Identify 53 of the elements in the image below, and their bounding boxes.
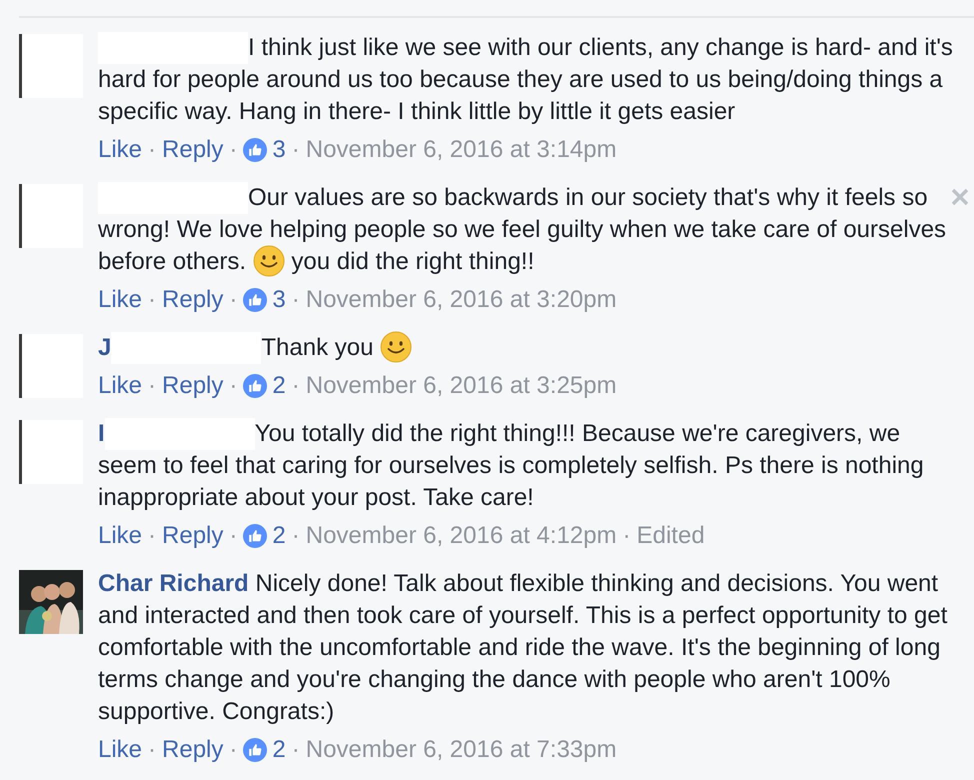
separator-dot: · bbox=[292, 371, 300, 401]
like-count: 3 bbox=[272, 135, 286, 165]
meta-text: November 6, 2016 at 7:33pm bbox=[306, 735, 617, 765]
like-count: 3 bbox=[272, 285, 286, 315]
action-link[interactable]: Reply bbox=[162, 134, 224, 166]
like-icon bbox=[243, 524, 268, 548]
meta-text: November 6, 2016 at 3:25pm bbox=[306, 371, 617, 401]
like-count: 2 bbox=[272, 521, 286, 551]
like-icon bbox=[243, 738, 268, 762]
smiley-icon bbox=[252, 244, 285, 277]
like-count: 2 bbox=[272, 735, 286, 765]
separator-dot: · bbox=[148, 371, 156, 401]
separator-dot: · bbox=[148, 285, 156, 315]
separator-dot: · bbox=[292, 735, 300, 765]
separator-dot: · bbox=[229, 735, 238, 765]
meta-text: Edited bbox=[636, 521, 705, 551]
like-icon bbox=[243, 138, 268, 162]
action-link[interactable]: Reply bbox=[162, 284, 224, 316]
action-link[interactable]: Reply bbox=[162, 520, 224, 552]
separator-dot: · bbox=[229, 521, 238, 551]
separator-dot: · bbox=[292, 521, 300, 551]
action-link[interactable]: Like bbox=[98, 134, 142, 166]
separator-dot: · bbox=[292, 135, 300, 165]
separator-dot: · bbox=[229, 135, 238, 165]
separator-dot: · bbox=[622, 521, 631, 551]
action-link[interactable]: Like bbox=[98, 370, 142, 402]
smiley-icon bbox=[380, 330, 412, 363]
comment-text: Char Richard Nicely done! Talk about flexible thinking and decisions. You went and interacted and then took care of yourself. This is a perfect opportunity to get comfortable with the uncomfortable and ride the wave. It's the beginning of long terms change and you're changing the dance with people who aren't 100% supportive. Congrats:) bbox=[98, 569, 948, 727]
comment-text: I You totally did the right thing!!! Because we're caregivers, we seem to feel that caring for ourselves is completely selfish. Ps there is nothing inappropriate about your post. Take care! bbox=[98, 418, 925, 513]
like-count: 2 bbox=[272, 371, 286, 401]
commenter-name[interactable]: J bbox=[98, 334, 112, 361]
action-link[interactable]: Reply bbox=[162, 370, 224, 402]
meta-text: November 6, 2016 at 3:20pm bbox=[306, 285, 617, 315]
separator-dot: · bbox=[229, 371, 238, 401]
like-icon bbox=[243, 374, 268, 398]
separator-dot: · bbox=[148, 521, 156, 551]
action-link[interactable]: Reply bbox=[162, 734, 224, 766]
separator-dot: · bbox=[229, 285, 238, 315]
commenter-name[interactable]: Char Richard bbox=[98, 570, 249, 597]
separator-dot: · bbox=[148, 135, 156, 165]
like-icon bbox=[243, 288, 268, 312]
action-link[interactable]: Like bbox=[98, 284, 142, 316]
comment-text: I think just like we see with our clients, any change is hard- and it's hard for people around us too because they are used to us being/doing things a specific way. Hang in there- I think little by little it gets easier bbox=[98, 32, 953, 127]
close-icon[interactable] bbox=[951, 188, 969, 206]
meta-text: November 6, 2016 at 3:14pm bbox=[306, 135, 617, 165]
action-link[interactable]: Like bbox=[98, 520, 142, 552]
separator-dot: · bbox=[148, 735, 156, 765]
meta-text: November 6, 2016 at 4:12pm bbox=[306, 521, 617, 551]
comment-text: Our values are so backwards in our society that's why it feels so wrong! We love helping people so we feel guilty when we take care of ourselves before others. you did the right thing!! bbox=[98, 182, 948, 278]
commenter-name[interactable]: I bbox=[98, 420, 105, 447]
separator-dot: · bbox=[292, 285, 300, 315]
action-link[interactable]: Like bbox=[98, 734, 142, 766]
comment-text: J Thank you bbox=[98, 332, 953, 364]
